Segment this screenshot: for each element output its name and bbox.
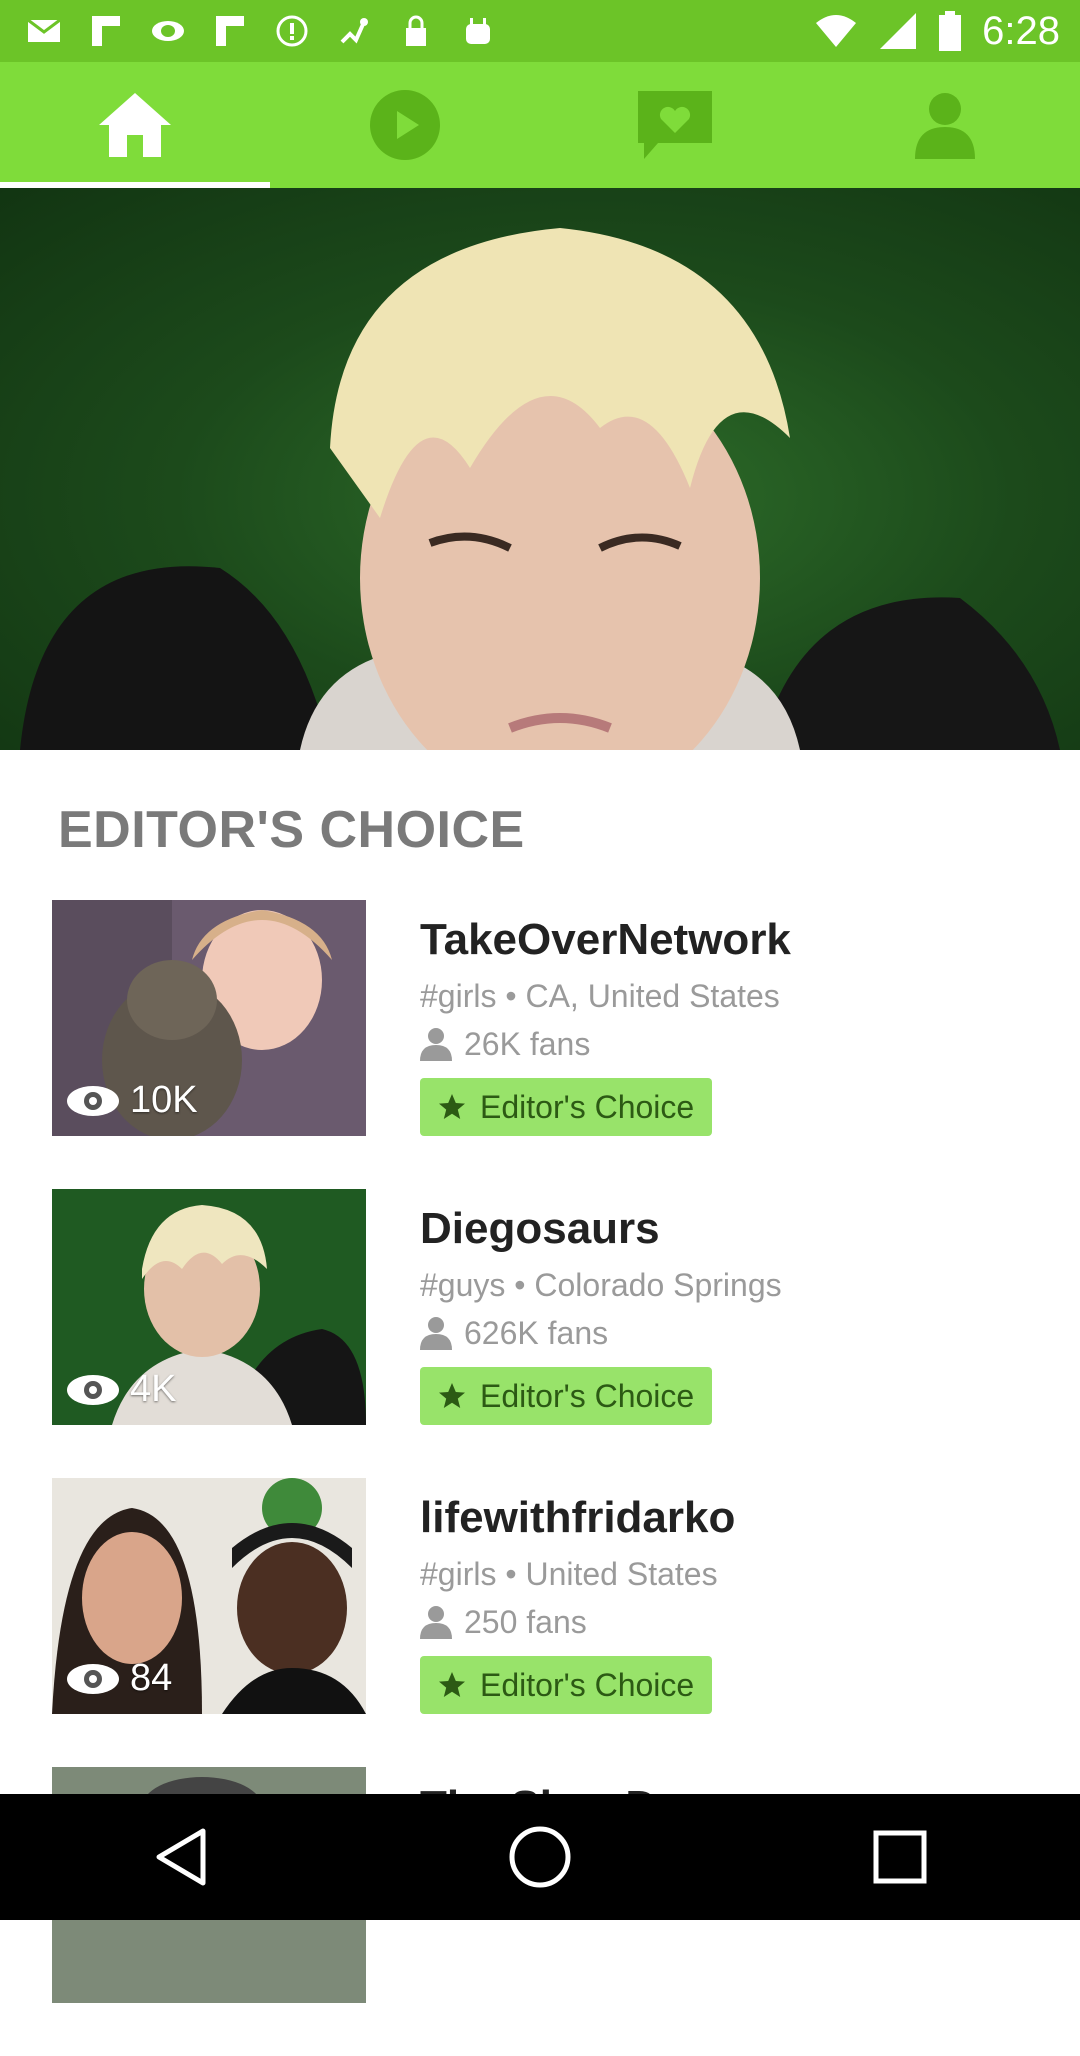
star-icon — [439, 1672, 465, 1697]
person-icon — [420, 1028, 452, 1061]
star-icon — [439, 1094, 465, 1119]
battery-icon — [939, 11, 962, 51]
stream-name[interactable]: lifewithfridarko — [420, 1490, 735, 1546]
eye-vr-icon — [150, 14, 186, 48]
featured-stream-image — [20, 228, 1060, 750]
flipboard-icon — [88, 14, 124, 48]
tab-live[interactable] — [270, 62, 540, 188]
alert-icon — [274, 14, 310, 48]
section-title: EDITOR'S CHOICE — [58, 801, 525, 859]
stream-name[interactable]: TakeOverNetwork — [420, 912, 791, 968]
stream-info: lifewithfridarko #girls • United States … — [420, 1490, 735, 1714]
lock-icon — [398, 14, 434, 48]
fans-text: 250 fans — [464, 1604, 587, 1640]
home-icon — [99, 93, 171, 157]
wifi-icon — [816, 15, 857, 47]
stream-meta: #girls • CA, United States — [420, 978, 780, 1014]
badge-label: Editor's Choice — [480, 1666, 695, 1703]
view-count-text: 10K — [130, 1079, 198, 1121]
stream-meta: #girls • United States — [420, 1556, 718, 1592]
tab-messages[interactable] — [540, 62, 810, 188]
eye-icon — [67, 1663, 119, 1694]
eye-icon — [67, 1085, 119, 1116]
view-count-text: 84 — [130, 1657, 173, 1699]
heart-message-icon — [638, 91, 712, 159]
stream-meta: #guys • Colorado Springs — [420, 1267, 782, 1303]
person-icon — [420, 1317, 452, 1350]
home-circle-icon — [509, 1826, 571, 1888]
tab-bar — [0, 62, 1080, 188]
recents-icon — [873, 1830, 927, 1884]
fans-count: 626K fans — [420, 1311, 782, 1355]
flipboard-icon — [212, 14, 248, 48]
stream-thumbnail[interactable]: 4K — [52, 1189, 366, 1425]
person-icon — [420, 1606, 452, 1639]
stream-thumbnail[interactable]: 84 — [52, 1478, 366, 1714]
editors-choice-badge: Editor's Choice — [420, 1367, 713, 1425]
fans-count: 26K fans — [420, 1022, 791, 1066]
list-item[interactable]: 84 lifewithfridarko #girls • United Stat… — [0, 1478, 1080, 1767]
stream-info: TakeOverNetwork #girls • CA, United Stat… — [420, 912, 791, 1136]
play-icon — [370, 90, 440, 160]
list-item[interactable]: 4K Diegosaurs #guys • Colorado Springs 6… — [0, 1189, 1080, 1478]
tab-home[interactable] — [0, 62, 270, 188]
view-count-text: 4K — [130, 1368, 177, 1410]
fans-count: 250 fans — [420, 1600, 735, 1644]
back-button[interactable] — [120, 1807, 240, 1907]
fans-text: 26K fans — [464, 1026, 591, 1062]
status-bar: 6:28 — [0, 0, 1080, 62]
featured-stream[interactable] — [0, 188, 1080, 750]
system-nav-bar — [0, 1794, 1080, 1920]
stream-name[interactable]: Diegosaurs — [420, 1201, 782, 1257]
fans-text: 626K fans — [464, 1315, 609, 1351]
recents-button[interactable] — [840, 1807, 960, 1907]
back-icon — [156, 1828, 206, 1886]
profile-icon — [915, 93, 975, 159]
list-item[interactable]: 10K TakeOverNetwork #girls • CA, United … — [0, 900, 1080, 1189]
badge-label: Editor's Choice — [480, 1377, 695, 1414]
view-count: 4K — [66, 1368, 176, 1411]
view-count: 84 — [66, 1657, 172, 1700]
mail-icon — [26, 14, 62, 48]
badge-label: Editor's Choice — [480, 1088, 695, 1125]
signal-icon — [880, 13, 917, 49]
notification-icons — [26, 10, 496, 52]
clock: 6:28 — [982, 8, 1060, 53]
tab-profile[interactable] — [810, 62, 1080, 188]
satellite-icon — [336, 14, 372, 48]
stream-thumbnail[interactable]: 10K — [52, 900, 366, 1136]
stream-info: Diegosaurs #guys • Colorado Springs 626K… — [420, 1201, 782, 1425]
system-status: 6:28 — [814, 8, 1060, 54]
view-count: 10K — [66, 1079, 198, 1122]
home-button[interactable] — [480, 1807, 600, 1907]
android-icon — [460, 14, 496, 48]
editors-choice-badge: Editor's Choice — [420, 1656, 713, 1714]
eye-icon — [67, 1374, 119, 1405]
editors-choice-badge: Editor's Choice — [420, 1078, 713, 1136]
star-icon — [439, 1383, 465, 1408]
